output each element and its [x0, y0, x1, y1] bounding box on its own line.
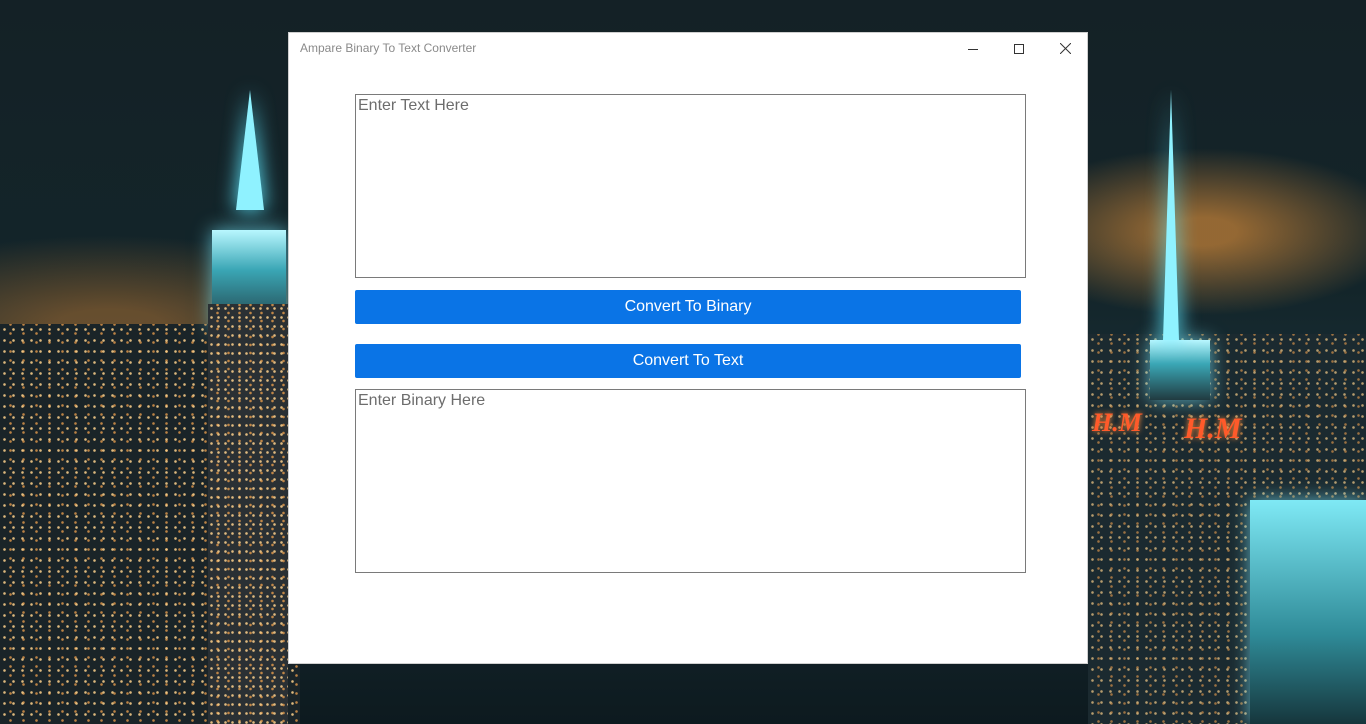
minimize-button[interactable] [950, 33, 996, 64]
app-window: Ampare Binary To Text Converter Convert … [288, 32, 1088, 664]
neon-sign: H.M [1184, 412, 1242, 445]
building-glow-right [1250, 500, 1366, 724]
tower-spire-right [1163, 90, 1179, 340]
tower-glow-right [1150, 340, 1210, 400]
minimize-icon [968, 44, 978, 54]
title-bar[interactable]: Ampare Binary To Text Converter [289, 33, 1087, 64]
skyscraper-left [208, 304, 288, 724]
binary-input[interactable] [355, 389, 1026, 573]
text-input[interactable] [355, 94, 1026, 278]
close-button[interactable] [1042, 33, 1088, 64]
window-title: Ampare Binary To Text Converter [300, 41, 477, 55]
neon-sign: H.M [1092, 408, 1142, 437]
convert-to-text-button[interactable]: Convert To Text [355, 344, 1021, 378]
maximize-button[interactable] [996, 33, 1042, 64]
convert-to-binary-button[interactable]: Convert To Binary [355, 290, 1021, 324]
maximize-icon [1014, 43, 1024, 54]
close-icon [1059, 43, 1071, 54]
skyscraper-spire-left [236, 90, 264, 210]
